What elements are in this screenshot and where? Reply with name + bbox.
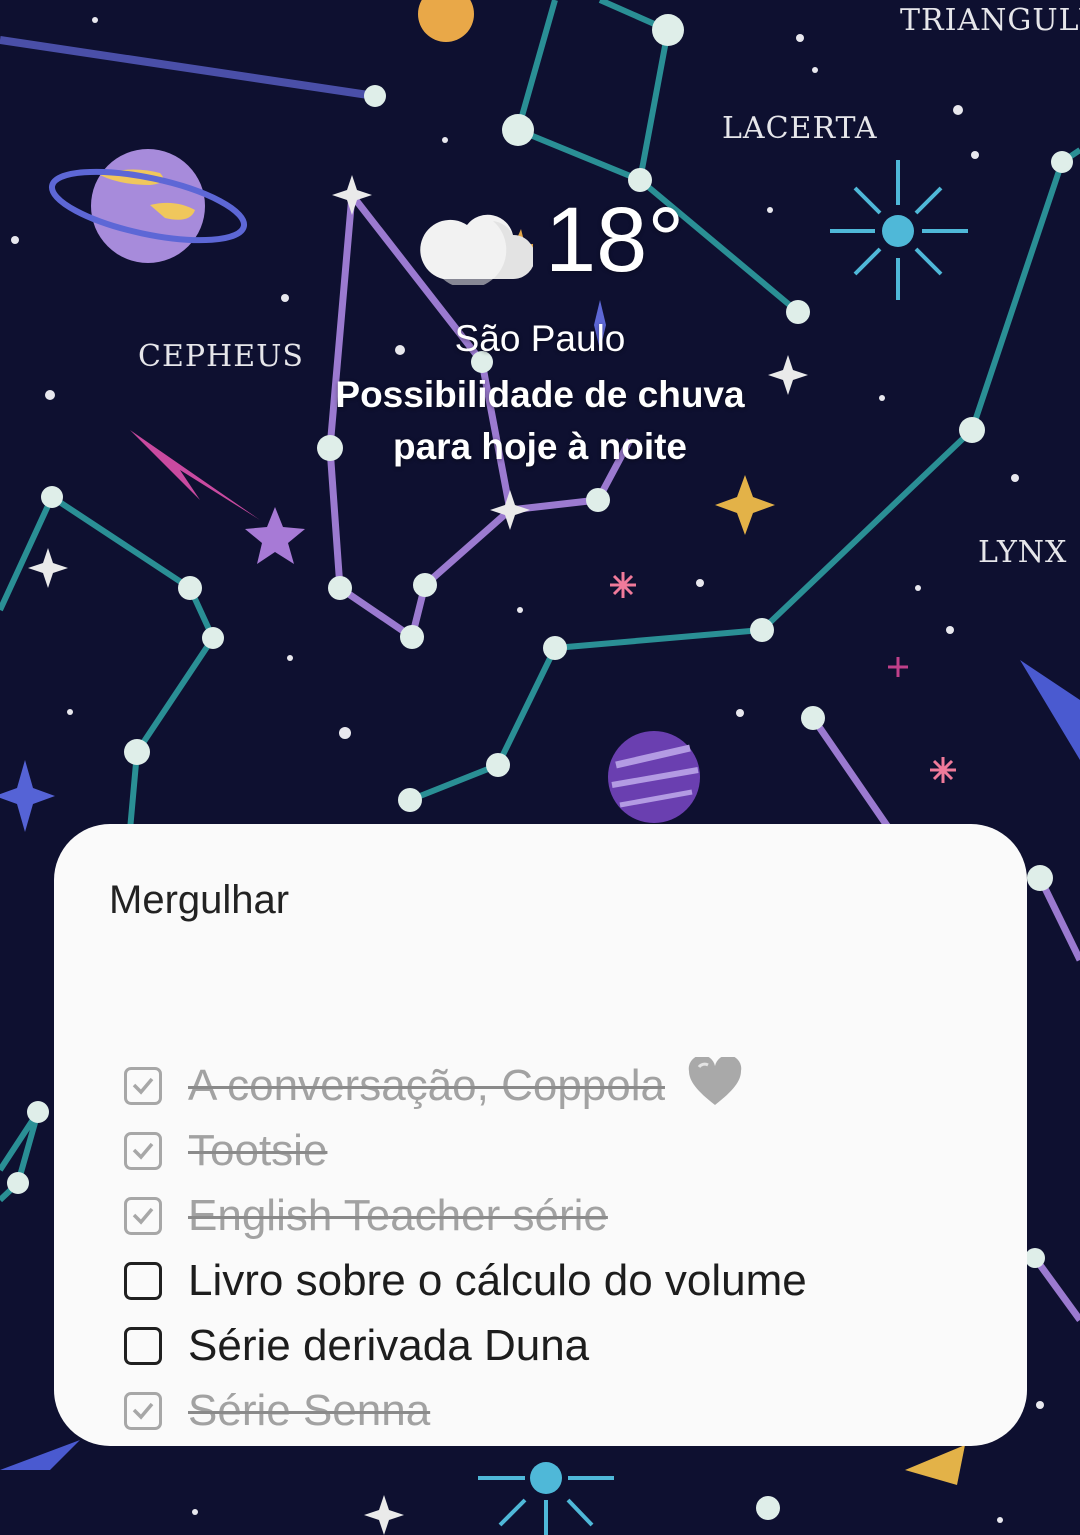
checklist-items: A conversação, Coppola Tootsie English T… xyxy=(124,1053,987,1443)
list-item[interactable]: Livro sobre o cálculo do volume xyxy=(124,1248,987,1313)
list-item[interactable]: Série Senna xyxy=(124,1378,987,1443)
checkbox-checked[interactable] xyxy=(124,1131,162,1170)
checkbox-checked[interactable] xyxy=(124,1196,162,1235)
list-item[interactable]: A conversação, Coppola xyxy=(124,1053,987,1118)
label-lacerta: LACERTA xyxy=(722,111,878,146)
list-item[interactable]: Tootsie xyxy=(124,1118,987,1183)
item-label: Livro sobre o cálculo do volume xyxy=(188,1255,807,1305)
list-item[interactable]: English Teacher série xyxy=(124,1183,987,1248)
forecast-text: Possibilidade de chuva para hoje à noite xyxy=(300,369,780,473)
grey-heart-icon xyxy=(688,1056,742,1105)
item-label: A conversação, Coppola xyxy=(188,1060,665,1110)
forecast-line-2: para hoje à noite xyxy=(392,426,687,467)
planet-middle xyxy=(608,731,700,823)
item-label: Tootsie xyxy=(188,1125,328,1175)
item-label: Série Senna xyxy=(188,1385,431,1435)
label-triangulum: TRIANGULUM xyxy=(900,3,1080,38)
checklist-title[interactable]: Mergulhar xyxy=(109,878,289,923)
checklist-widget[interactable]: Mergulhar A conversação, Coppola Tootsie… xyxy=(54,824,1027,1446)
label-lynx: LYNX xyxy=(978,535,1067,570)
checkbox-unchecked[interactable] xyxy=(124,1326,162,1365)
city-name: São Paulo xyxy=(454,318,626,359)
list-item[interactable]: Série derivada Duna xyxy=(124,1313,987,1378)
checkbox-checked[interactable] xyxy=(124,1066,162,1105)
checkbox-unchecked[interactable] xyxy=(124,1261,162,1300)
temperature: 18° xyxy=(545,189,685,291)
item-label: English Teacher série xyxy=(188,1190,608,1240)
weather-widget[interactable]: 18° São Paulo Possibilidade de chuva par… xyxy=(300,185,780,485)
partly-cloudy-icon xyxy=(420,214,533,285)
item-label: Série derivada Duna xyxy=(188,1320,590,1370)
checkbox-checked[interactable] xyxy=(124,1391,162,1430)
label-cepheus: CEPHEUS xyxy=(138,339,304,374)
forecast-line-1: Possibilidade de chuva xyxy=(335,374,745,415)
